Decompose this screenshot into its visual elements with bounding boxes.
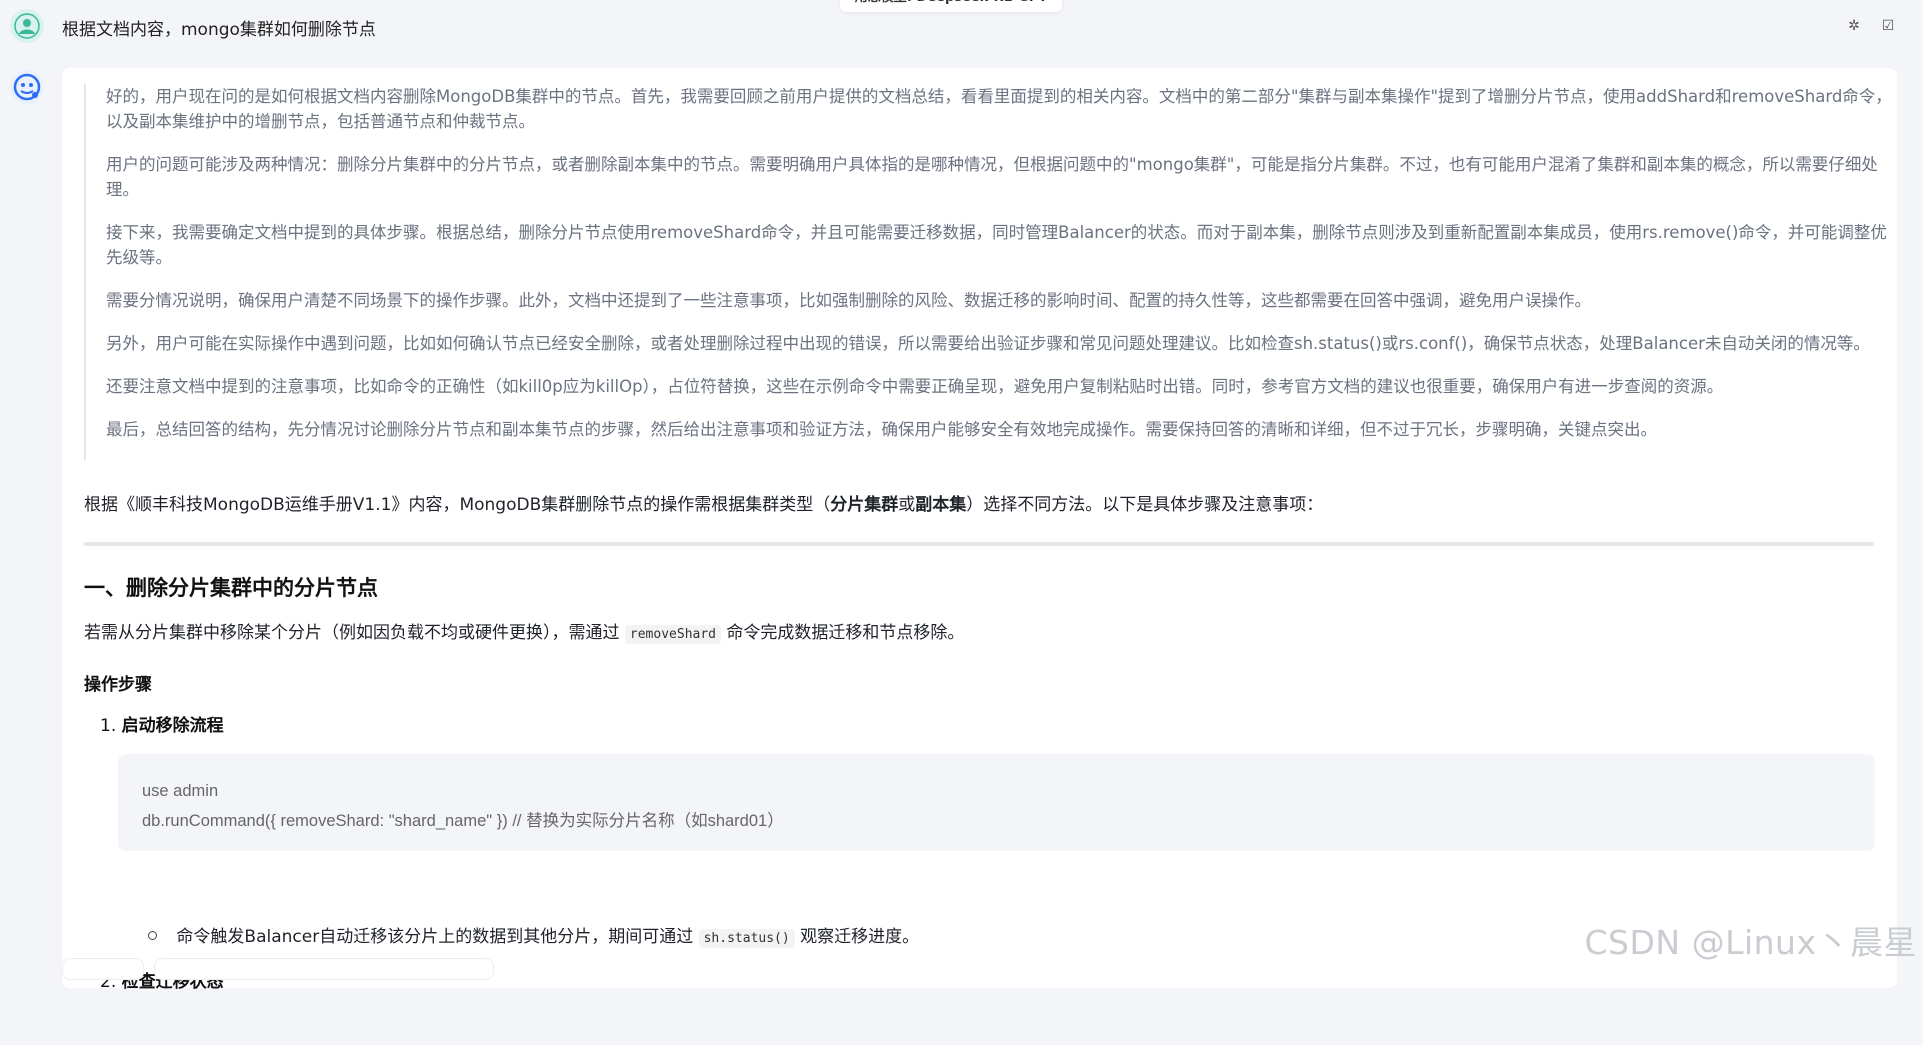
bottom-button[interactable] bbox=[62, 958, 144, 980]
steps-heading: 操作步骤 bbox=[84, 675, 152, 695]
top-bar: 用思模型: Deepseek-R1-GPT 根据文档内容，mongo集群如何删除… bbox=[0, 0, 1923, 56]
assistant-avatar bbox=[10, 70, 44, 104]
magic-wand-icon[interactable]: ✲ bbox=[1845, 17, 1863, 35]
bottom-toolbar bbox=[62, 958, 494, 980]
section-title: 一、删除分片集群中的分片节点 bbox=[84, 576, 378, 600]
intro-bold-sharded: 分片集群 bbox=[830, 495, 899, 515]
step-item: 1. 启动移除流程 bbox=[100, 711, 224, 736]
user-question: 根据文档内容，mongo集群如何删除节点 bbox=[62, 20, 376, 40]
section-intro-text: 若需从分片集群中移除某个分片（例如因负载不均或硬件更换），需通过 bbox=[84, 623, 620, 643]
model-tab[interactable]: 用思模型: Deepseek-R1-GPT bbox=[840, 0, 1062, 12]
top-actions: ✲ ☑ bbox=[1845, 17, 1897, 35]
thinking-paragraph: 用户的问题可能涉及两种情况：删除分片集群中的分片节点，或者删除副本集中的节点。需… bbox=[106, 155, 1878, 199]
step-number: 1. bbox=[100, 716, 117, 736]
code-block[interactable]: use admin db.runCommand({ removeShard: "… bbox=[118, 754, 1875, 851]
thinking-paragraph: 最后，总结回答的结构，先分情况讨论删除分片节点和副本集节点的步骤，然后给出注意事… bbox=[106, 420, 1657, 439]
edit-square-icon[interactable]: ☑ bbox=[1879, 17, 1897, 35]
code-line: use admin bbox=[142, 782, 219, 800]
bullet-text: 命令触发Balancer自动迁移该分片上的数据到其他分片，期间可通过 bbox=[176, 927, 694, 947]
thinking-process: 好的，用户现在问的是如何根据文档内容删除MongoDB集群中的节点。首先，我需要… bbox=[84, 84, 1896, 460]
inline-code: sh.status() bbox=[698, 929, 795, 948]
assistant-logo-icon bbox=[13, 73, 41, 101]
thinking-paragraph: 需要分情况说明，确保用户清楚不同场景下的操作步骤。此外，文档中还提到了一些注意事… bbox=[106, 291, 1591, 310]
section-intro-text: 命令完成数据迁移和节点移除。 bbox=[726, 623, 965, 643]
step-title: 启动移除流程 bbox=[121, 716, 224, 736]
bullet-circle-icon bbox=[148, 930, 157, 940]
code-block[interactable] bbox=[118, 1005, 1875, 1045]
user-avatar-icon bbox=[14, 13, 40, 39]
inline-code: removeShard bbox=[624, 625, 721, 644]
thinking-paragraph: 接下来，我需要确定文档中提到的具体步骤。根据总结，删除分片节点使用removeS… bbox=[106, 223, 1887, 267]
bullet-text: 观察迁移进度。 bbox=[800, 927, 920, 947]
answer-intro: 根据《顺丰科技MongoDB运维手册V1.1》内容，MongoDB集群删除节点的… bbox=[84, 492, 1874, 518]
code-line: db.runCommand({ removeShard: "shard_name… bbox=[142, 812, 784, 830]
bottom-button[interactable] bbox=[154, 958, 494, 980]
section-intro: 若需从分片集群中移除某个分片（例如因负载不均或硬件更换），需通过 removeS… bbox=[84, 618, 965, 644]
sub-bullet: 命令触发Balancer自动迁移该分片上的数据到其他分片，期间可通过 sh.st… bbox=[148, 922, 920, 948]
intro-text: ）选择不同方法。以下是具体步骤及注意事项： bbox=[966, 495, 1324, 515]
user-avatar bbox=[10, 9, 44, 43]
answer-card: 好的，用户现在问的是如何根据文档内容删除MongoDB集群中的节点。首先，我需要… bbox=[62, 68, 1897, 1045]
thinking-paragraph: 另外，用户可能在实际操作中遇到问题，比如如何确认节点已经安全删除，或者处理删除过… bbox=[106, 334, 1870, 353]
intro-text: 根据《顺丰科技MongoDB运维手册V1.1》内容，MongoDB集群删除节点的… bbox=[84, 495, 831, 515]
intro-bold-replica: 副本集 bbox=[915, 495, 967, 515]
thinking-paragraph: 好的，用户现在问的是如何根据文档内容删除MongoDB集群中的节点。首先，我需要… bbox=[106, 87, 1892, 131]
watermark: CSDN @Linux丶晨星 bbox=[1584, 923, 1917, 962]
intro-text: 或 bbox=[898, 495, 916, 515]
thinking-paragraph: 还要注意文档中提到的注意事项，比如命令的正确性（如kill0p应为killOp）… bbox=[106, 377, 1724, 396]
divider bbox=[84, 542, 1874, 546]
